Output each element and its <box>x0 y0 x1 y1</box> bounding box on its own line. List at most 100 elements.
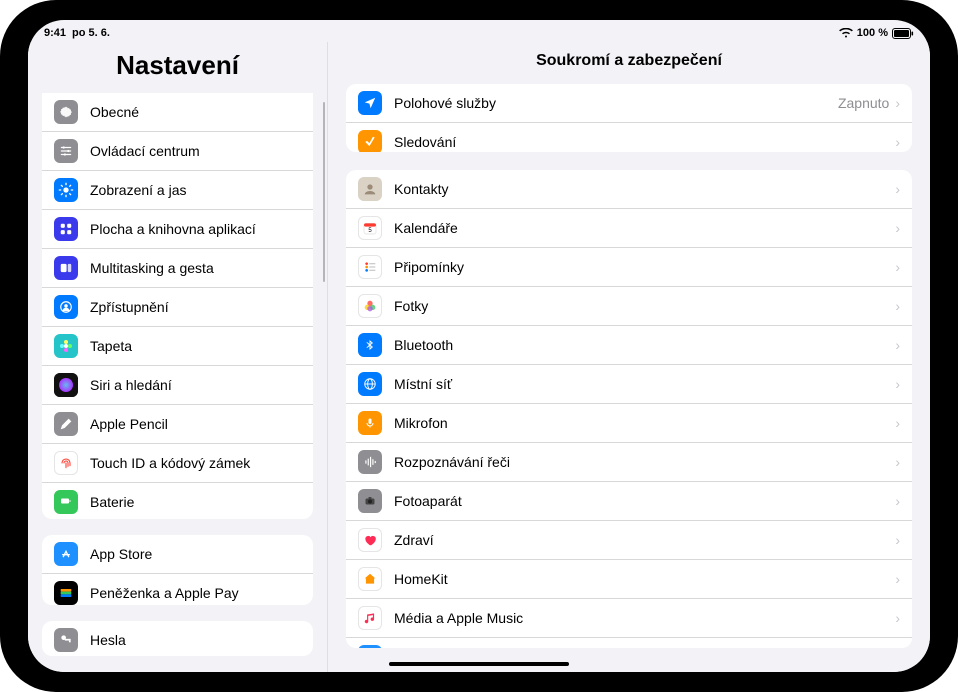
globe-icon <box>358 372 382 396</box>
sidebar-item-touchid[interactable]: Touch ID a kódový zámek <box>42 444 313 483</box>
wallet-icon <box>54 581 78 605</box>
privacy-item-speech[interactable]: Rozpoznávání řeči› <box>346 443 912 482</box>
sidebar-item-home-screen[interactable]: Plocha a knihovna aplikací <box>42 210 313 249</box>
sidebar-item-label: Zpřístupnění <box>90 299 301 315</box>
sidebar-item-appstore[interactable]: App Store <box>42 535 313 574</box>
sidebar-item-general[interactable]: Obecné <box>42 93 313 132</box>
sidebar-item-label: Ovládací centrum <box>90 143 301 159</box>
status-bar: 9:41 po 5. 6. 100 % <box>28 20 930 42</box>
mic-icon <box>358 411 382 435</box>
sidebar-item-siri[interactable]: Siri a hledání <box>42 366 313 405</box>
sidebar-item-label: Apple Pencil <box>90 416 301 432</box>
privacy-item-camera[interactable]: Fotoaparát› <box>346 482 912 521</box>
privacy-item-files[interactable]: Soubory a složky› <box>346 638 912 648</box>
sidebar-item-label: Zobrazení a jas <box>90 182 301 198</box>
appstore-icon <box>54 542 78 566</box>
music-icon <box>358 606 382 630</box>
scroll-indicator[interactable] <box>323 102 326 282</box>
sidebar-item-control-center[interactable]: Ovládací centrum <box>42 132 313 171</box>
chevron-right-icon: › <box>895 610 900 626</box>
privacy-item-label: Bluetooth <box>394 337 895 353</box>
folder-icon <box>358 645 382 648</box>
privacy-item-label: Mikrofon <box>394 415 895 431</box>
privacy-item-label: Připomínky <box>394 259 895 275</box>
sidebar-item-wallpaper[interactable]: Tapeta <box>42 327 313 366</box>
content-area: Nastavení Obecné Ovládací centrum Zobrazen… <box>28 42 930 672</box>
privacy-item-label: Zdraví <box>394 532 895 548</box>
privacy-item-health[interactable]: Zdraví› <box>346 521 912 560</box>
sidebar-item-accessibility[interactable]: Zpřístupnění <box>42 288 313 327</box>
sidebar-item-label: App Store <box>90 546 301 562</box>
privacy-item-label: Fotky <box>394 298 895 314</box>
wifi-icon <box>839 28 853 38</box>
privacy-item-label: Polohové služby <box>394 95 838 111</box>
status-time: 9:41 <box>44 27 66 39</box>
detail-group: Polohové službyZapnuto›Sledování› <box>346 84 912 152</box>
person-icon <box>54 295 78 319</box>
heart-icon <box>358 528 382 552</box>
privacy-item-label: HomeKit <box>394 571 895 587</box>
detail-group: Kontakty›5Kalendáře›Připomínky›Fotky›Blu… <box>346 170 912 648</box>
sidebar-item-wallet[interactable]: Peněženka a Apple Pay <box>42 574 313 605</box>
chevron-right-icon: › <box>895 259 900 275</box>
sidebar-group: App Store Peněženka a Apple Pay <box>42 535 313 605</box>
chevron-right-icon: › <box>895 376 900 392</box>
home-indicator[interactable] <box>389 662 569 666</box>
sidebar-group: Obecné Ovládací centrum Zobrazení a jas Plo… <box>42 93 313 519</box>
chevron-right-icon: › <box>895 181 900 197</box>
chevron-right-icon: › <box>895 220 900 236</box>
chevron-right-icon: › <box>895 298 900 314</box>
contacts-icon <box>358 177 382 201</box>
privacy-item-homekit[interactable]: HomeKit› <box>346 560 912 599</box>
privacy-item-reminders[interactable]: Připomínky› <box>346 248 912 287</box>
sidebar-item-label: Multitasking a gesta <box>90 260 301 276</box>
sidebar-item-battery[interactable]: Baterie <box>42 483 313 519</box>
sun-icon <box>54 178 78 202</box>
sidebar-item-label: Siri a hledání <box>90 377 301 393</box>
privacy-item-microphone[interactable]: Mikrofon› <box>346 404 912 443</box>
settings-sidebar[interactable]: Nastavení Obecné Ovládací centrum Zobrazen… <box>28 42 328 672</box>
chevron-right-icon: › <box>895 493 900 509</box>
sidebar-title: Nastavení <box>28 42 327 93</box>
sidebar-group: Hesla <box>42 621 313 656</box>
location-icon <box>358 91 382 115</box>
status-date: po 5. 6. <box>72 27 110 39</box>
screen: 9:41 po 5. 6. 100 % Nastavení Obecné Ovlá… <box>28 20 930 672</box>
sidebar-item-pencil[interactable]: Apple Pencil <box>42 405 313 444</box>
privacy-item-label: Kontakty <box>394 181 895 197</box>
sidebar-item-label: Hesla <box>90 632 301 648</box>
detail-pane[interactable]: Soukromí a zabezpečení Polohové službyZa… <box>328 42 930 672</box>
privacy-item-value: Zapnuto <box>838 95 889 111</box>
sidebar-item-label: Touch ID a kódový zámek <box>90 455 301 471</box>
privacy-item-label: Fotoaparát <box>394 493 895 509</box>
privacy-item-localnet[interactable]: Místní síť› <box>346 365 912 404</box>
bluetooth-icon <box>358 333 382 357</box>
privacy-item-label: Sledování <box>394 134 895 150</box>
chevron-right-icon: › <box>895 532 900 548</box>
rects-icon <box>54 256 78 280</box>
battery-icon <box>892 28 914 39</box>
tracking-icon <box>358 130 382 152</box>
privacy-item-media[interactable]: Média a Apple Music› <box>346 599 912 638</box>
fingerprint-icon <box>54 451 78 475</box>
reminders-icon <box>358 255 382 279</box>
wave-icon <box>358 450 382 474</box>
sidebar-item-passwords[interactable]: Hesla <box>42 621 313 656</box>
grid-icon <box>54 217 78 241</box>
chevron-right-icon: › <box>895 415 900 431</box>
privacy-item-contacts[interactable]: Kontakty› <box>346 170 912 209</box>
privacy-item-tracking[interactable]: Sledování› <box>346 123 912 152</box>
privacy-item-bluetooth[interactable]: Bluetooth› <box>346 326 912 365</box>
privacy-item-location[interactable]: Polohové službyZapnuto› <box>346 84 912 123</box>
pencil-icon <box>54 412 78 436</box>
chevron-right-icon: › <box>895 454 900 470</box>
chevron-right-icon: › <box>895 571 900 587</box>
sidebar-item-display[interactable]: Zobrazení a jas <box>42 171 313 210</box>
privacy-item-label: Rozpoznávání řeči <box>394 454 895 470</box>
sidebar-item-label: Tapeta <box>90 338 301 354</box>
privacy-item-calendars[interactable]: 5Kalendáře› <box>346 209 912 248</box>
privacy-item-photos[interactable]: Fotky› <box>346 287 912 326</box>
sidebar-item-multitasking[interactable]: Multitasking a gesta <box>42 249 313 288</box>
home-icon <box>358 567 382 591</box>
detail-title: Soukromí a zabezpečení <box>328 42 930 84</box>
